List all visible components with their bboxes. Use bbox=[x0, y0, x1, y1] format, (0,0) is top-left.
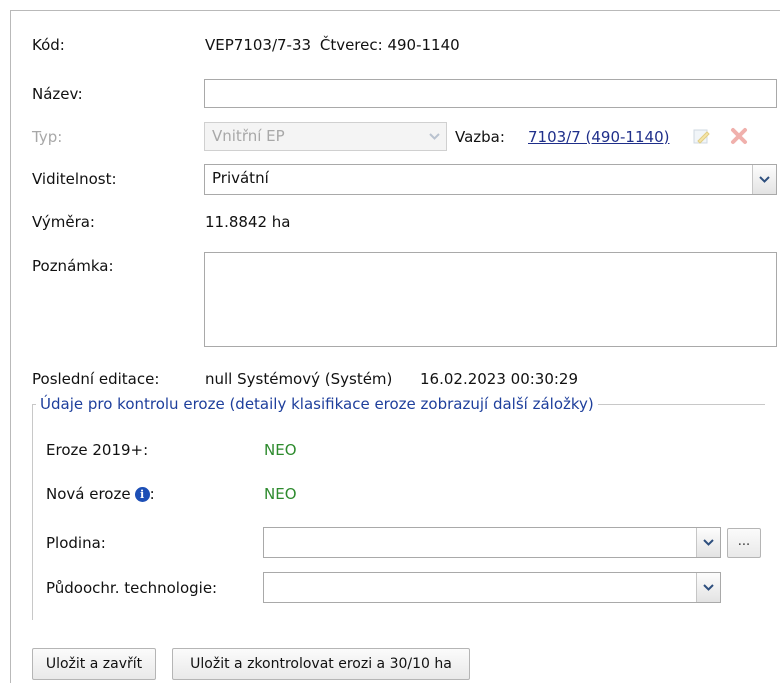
technologie-label: Půdoochr. technologie: bbox=[46, 579, 218, 597]
nova-eroze-label: Nová eroze i: bbox=[46, 485, 155, 503]
posledni-editace-label: Poslední editace: bbox=[32, 370, 160, 388]
ctverec-value: 490-1140 bbox=[387, 36, 460, 54]
nazev-label: Název: bbox=[32, 85, 83, 103]
plodina-label: Plodina: bbox=[46, 534, 106, 552]
chevron-down-icon[interactable] bbox=[752, 165, 776, 194]
nazev-input[interactable] bbox=[204, 79, 777, 108]
plodina-browse-button[interactable]: ... bbox=[727, 528, 761, 558]
vymera-value: 11.8842 ha bbox=[205, 213, 291, 231]
eroze-label: Eroze 2019+: bbox=[46, 441, 149, 459]
erosion-legend: Údaje pro kontrolu eroze (detaily klasif… bbox=[40, 395, 594, 413]
plodina-select[interactable] bbox=[263, 527, 721, 558]
posledni-editace-date: 16.02.2023 00:30:29 bbox=[420, 370, 579, 388]
edit-note-icon bbox=[692, 126, 712, 146]
typ-select: Vnitřní EP bbox=[204, 122, 447, 151]
posledni-editace-user: null Systémový (Systém) bbox=[205, 370, 393, 388]
typ-value: Vnitřní EP bbox=[212, 127, 285, 145]
eroze-value: NEO bbox=[264, 441, 297, 459]
save-check-button[interactable]: Uložit a zkontrolovat erozi a 30/10 ha bbox=[172, 648, 470, 680]
poznamka-textarea[interactable] bbox=[204, 252, 777, 347]
vymera-label: Výměra: bbox=[32, 213, 95, 231]
kod-label: Kód: bbox=[32, 36, 65, 54]
chevron-down-icon[interactable] bbox=[696, 573, 720, 602]
vazba-link[interactable]: 7103/7 (490-1140) bbox=[528, 128, 669, 146]
kod-code: VEP7103/7-33 bbox=[205, 36, 312, 54]
nova-eroze-colon: : bbox=[149, 485, 155, 503]
kod-value: VEP7103/7-33 Čtverec: 490-1140 bbox=[205, 36, 460, 54]
nova-eroze-value: NEO bbox=[264, 485, 297, 503]
delete-x-icon bbox=[729, 126, 749, 146]
info-icon[interactable]: i bbox=[134, 487, 150, 502]
viditelnost-value: Privátní bbox=[212, 169, 269, 187]
vazba-label: Vazba: bbox=[455, 128, 505, 146]
nova-eroze-text: Nová eroze bbox=[46, 485, 131, 503]
viditelnost-select[interactable]: Privátní bbox=[204, 164, 777, 195]
viditelnost-label: Viditelnost: bbox=[32, 170, 117, 188]
save-close-button[interactable]: Uložit a zavřít bbox=[32, 648, 156, 680]
chevron-down-icon[interactable] bbox=[696, 528, 720, 557]
poznamka-label: Poznámka: bbox=[32, 257, 114, 275]
chevron-down-icon bbox=[423, 124, 445, 149]
technologie-select[interactable] bbox=[263, 572, 721, 603]
ctverec-label: Čtverec: bbox=[319, 36, 383, 54]
typ-label: Typ: bbox=[32, 128, 63, 146]
